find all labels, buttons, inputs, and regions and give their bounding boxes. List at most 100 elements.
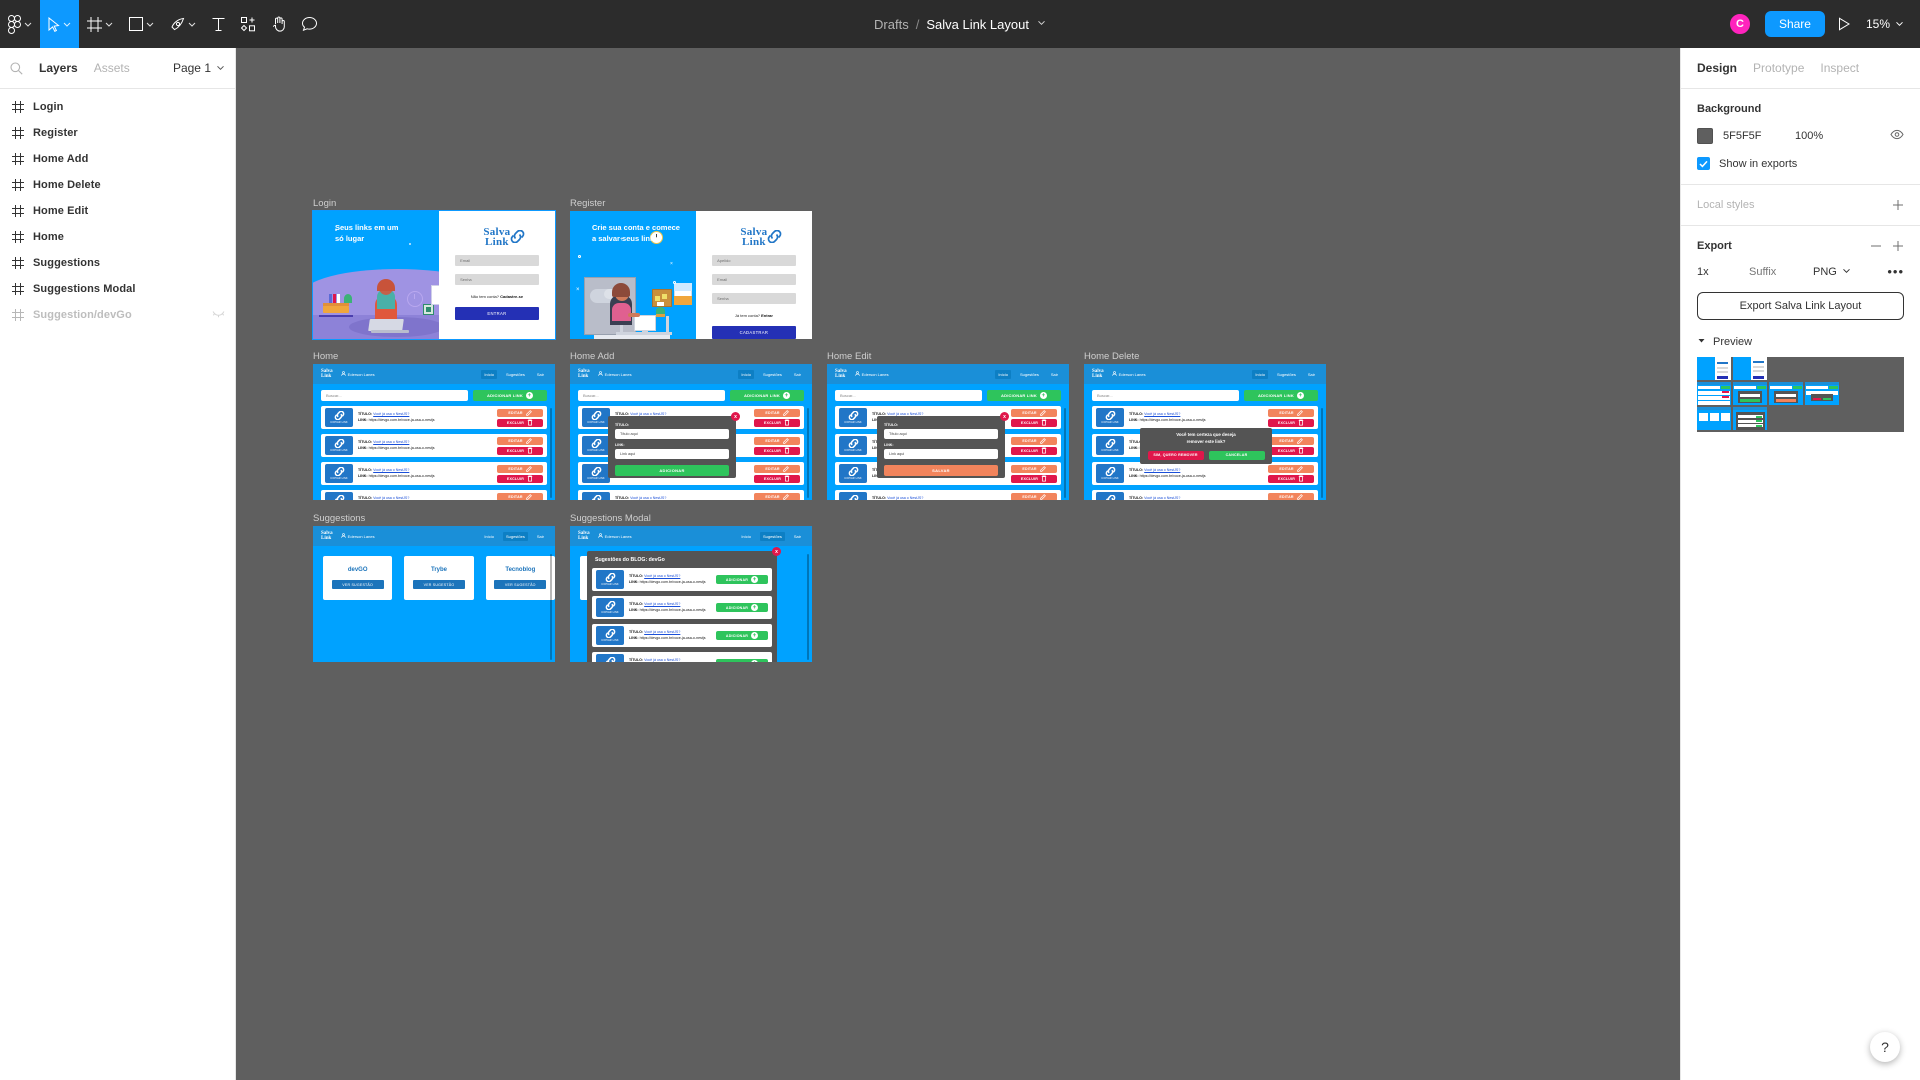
export-more-options-icon[interactable]: ••• [1887, 265, 1904, 278]
nav-link-sugestoes[interactable]: Sugestões [503, 370, 528, 379]
suggestion-link-card[interactable]: COPIAR LINK TÍTULO: Você já usa o NestJS?… [592, 652, 772, 662]
edit-link-button[interactable]: EDITAR [754, 408, 800, 417]
add-suggestion-button[interactable]: ADICIONAR+ [716, 603, 768, 612]
register-submit-button[interactable]: CADASTRAR [712, 326, 796, 339]
frame-suggestions[interactable]: Suggestions Salva Link Ederson Lanes Iní… [313, 513, 555, 662]
layer-row[interactable]: Login [0, 94, 235, 120]
login-password-input[interactable]: Senha [455, 274, 539, 285]
copy-link-button[interactable]: COPIAR LINK [839, 408, 867, 427]
delete-cancel-button[interactable]: CANCELAR [1208, 450, 1265, 460]
breadcrumb-file-name[interactable]: Salva Link Layout [926, 17, 1029, 32]
text-tool-icon[interactable] [204, 0, 233, 48]
scrollbar[interactable] [1321, 408, 1323, 498]
copy-link-button[interactable]: COPIAR LINK [839, 436, 867, 455]
nav-link-sair[interactable]: Sair [534, 370, 547, 379]
copy-link-button[interactable]: COPIAR LINK [1096, 492, 1124, 500]
close-icon[interactable]: x [731, 412, 740, 421]
copy-link-button[interactable]: COPIAR LINK [325, 408, 353, 427]
navbar-logo[interactable]: Salva Link [578, 531, 590, 541]
visibility-eye-icon[interactable] [1890, 129, 1904, 143]
scrollbar[interactable] [807, 408, 809, 498]
edit-link-button[interactable]: EDITAR [497, 408, 543, 417]
copy-link-button[interactable]: COPIAR LINK [325, 464, 353, 483]
page-selector[interactable]: Page 1 [173, 61, 225, 75]
background-hex-value[interactable]: 5F5F5F [1723, 130, 1795, 142]
remove-export-icon[interactable] [1870, 240, 1882, 252]
link-card[interactable]: COPIAR LINK TÍTULO: Você já usa o NestJS?… [578, 490, 804, 500]
navbar-logo[interactable]: Salva Link [321, 531, 333, 541]
frame-label-login[interactable]: Login [313, 198, 336, 209]
delete-link-button[interactable]: EXCLUIR [754, 446, 800, 455]
figma-canvas[interactable]: Login Seus links em um só lugar Salva Li… [236, 48, 1680, 1080]
comment-tool-icon[interactable] [294, 0, 325, 48]
add-export-icon[interactable] [1892, 240, 1904, 252]
delete-link-button[interactable]: EXCLUIR [497, 446, 543, 455]
link-card[interactable]: COPIAR LINK TÍTULO: Você já usa o NestJS?… [1092, 406, 1318, 429]
avatar[interactable]: C [1727, 12, 1752, 36]
background-color-swatch[interactable] [1697, 128, 1713, 144]
nav-link-sugestoes[interactable]: Sugestões [1017, 370, 1042, 379]
delete-link-button[interactable]: EXCLUIR [497, 418, 543, 427]
edit-link-button[interactable]: EDITAR [1268, 492, 1314, 500]
shape-tool-icon[interactable] [121, 0, 162, 48]
frame-content-home-add[interactable]: Salva Link Ederson Lanes Início Sugestõe… [570, 364, 812, 500]
nav-link-sair[interactable]: Sair [534, 532, 547, 541]
layer-row[interactable]: Suggestion/devGo [0, 302, 235, 328]
frame-content-register[interactable]: Crie sua conta e comece a salvar seus lin… [570, 211, 812, 339]
frame-home-add[interactable]: Home Add Salva Link Ederson Lanes Início… [570, 351, 812, 500]
pen-tool-icon[interactable] [162, 0, 204, 48]
tab-prototype[interactable]: Prototype [1753, 61, 1804, 75]
preview-toggle[interactable]: Preview [1697, 336, 1904, 348]
delete-link-button[interactable]: EXCLUIR [1011, 446, 1057, 455]
frame-tool-icon[interactable] [79, 0, 121, 48]
frame-home-delete[interactable]: Home Delete Salva Link Ederson Lanes Iní… [1084, 351, 1326, 500]
nav-link-sugestoes[interactable]: Sugestões [502, 531, 528, 541]
layer-row[interactable]: Home [0, 224, 235, 250]
login-email-input[interactable]: Email [455, 255, 539, 266]
frame-label-register[interactable]: Register [570, 198, 605, 209]
copy-link-button[interactable]: COPIAR LINK [325, 492, 353, 500]
copy-link-button[interactable]: COPIAR LINK [596, 598, 624, 617]
edit-link-button[interactable]: EDITAR [1268, 436, 1314, 445]
add-suggestion-button[interactable]: ADICIONAR+ [716, 631, 768, 640]
view-suggestion-button[interactable]: VER SUGESTÃO [331, 580, 384, 589]
frame-label-home-add[interactable]: Home Add [570, 351, 614, 362]
add-modal-submit-button[interactable]: ADICIONAR [615, 465, 729, 476]
copy-link-button[interactable]: COPIAR LINK [582, 464, 610, 483]
view-suggestion-button[interactable]: VER SUGESTÃO [412, 580, 465, 589]
scrollbar[interactable] [550, 554, 552, 660]
edit-link-button[interactable]: EDITAR [1011, 436, 1057, 445]
navbar-logo[interactable]: Salva Link [1092, 369, 1104, 379]
scrollbar[interactable] [1064, 408, 1066, 498]
link-card[interactable]: COPIAR LINK TÍTULO: Você já usa o NestJS?… [321, 462, 547, 485]
layer-row[interactable]: Suggestions Modal [0, 276, 235, 302]
breadcrumb-parent[interactable]: Drafts [874, 17, 909, 32]
nav-link-sair[interactable]: Sair [791, 370, 804, 379]
search-input[interactable]: Buscar... [321, 390, 468, 401]
delete-link-button[interactable]: EXCLUIR [1011, 474, 1057, 483]
chevron-down-icon[interactable] [1037, 18, 1046, 30]
close-icon[interactable]: x [1000, 412, 1009, 421]
navbar-logo[interactable]: Salva Link [321, 369, 333, 379]
layer-row[interactable]: Home Delete [0, 172, 235, 198]
copy-link-button[interactable]: COPIAR LINK [596, 570, 624, 589]
copy-link-button[interactable]: COPIAR LINK [1096, 464, 1124, 483]
nav-link-inicio[interactable]: Início [481, 369, 497, 379]
nav-link-inicio[interactable]: Início [738, 369, 754, 379]
link-card[interactable]: COPIAR LINK TÍTULO: Você já usa o NestJS?… [835, 490, 1061, 500]
navbar-logo[interactable]: Salva Link [835, 369, 847, 379]
edit-modal-link-input[interactable]: Link aqui [884, 449, 998, 459]
edit-link-button[interactable]: EDITAR [1268, 408, 1314, 417]
suggestion-card[interactable]: Tecnoblog VER SUGESTÃO [485, 556, 555, 600]
zoom-control[interactable]: 15% [1864, 13, 1906, 35]
tab-layers[interactable]: Layers [33, 57, 84, 79]
delete-link-button[interactable]: EXCLUIR [1011, 418, 1057, 427]
search-input[interactable]: Buscar... [578, 390, 725, 401]
delete-link-button[interactable]: EXCLUIR [1268, 474, 1314, 483]
navbar-logo[interactable]: Salva Link [578, 369, 590, 379]
frame-login[interactable]: Login Seus links em um só lugar Salva Li… [312, 198, 556, 340]
scrollbar[interactable] [550, 408, 552, 498]
export-button[interactable]: Export Salva Link Layout [1697, 292, 1904, 320]
register-email-input[interactable]: Email [712, 274, 796, 285]
nav-link-sair[interactable]: Sair [1305, 370, 1318, 379]
